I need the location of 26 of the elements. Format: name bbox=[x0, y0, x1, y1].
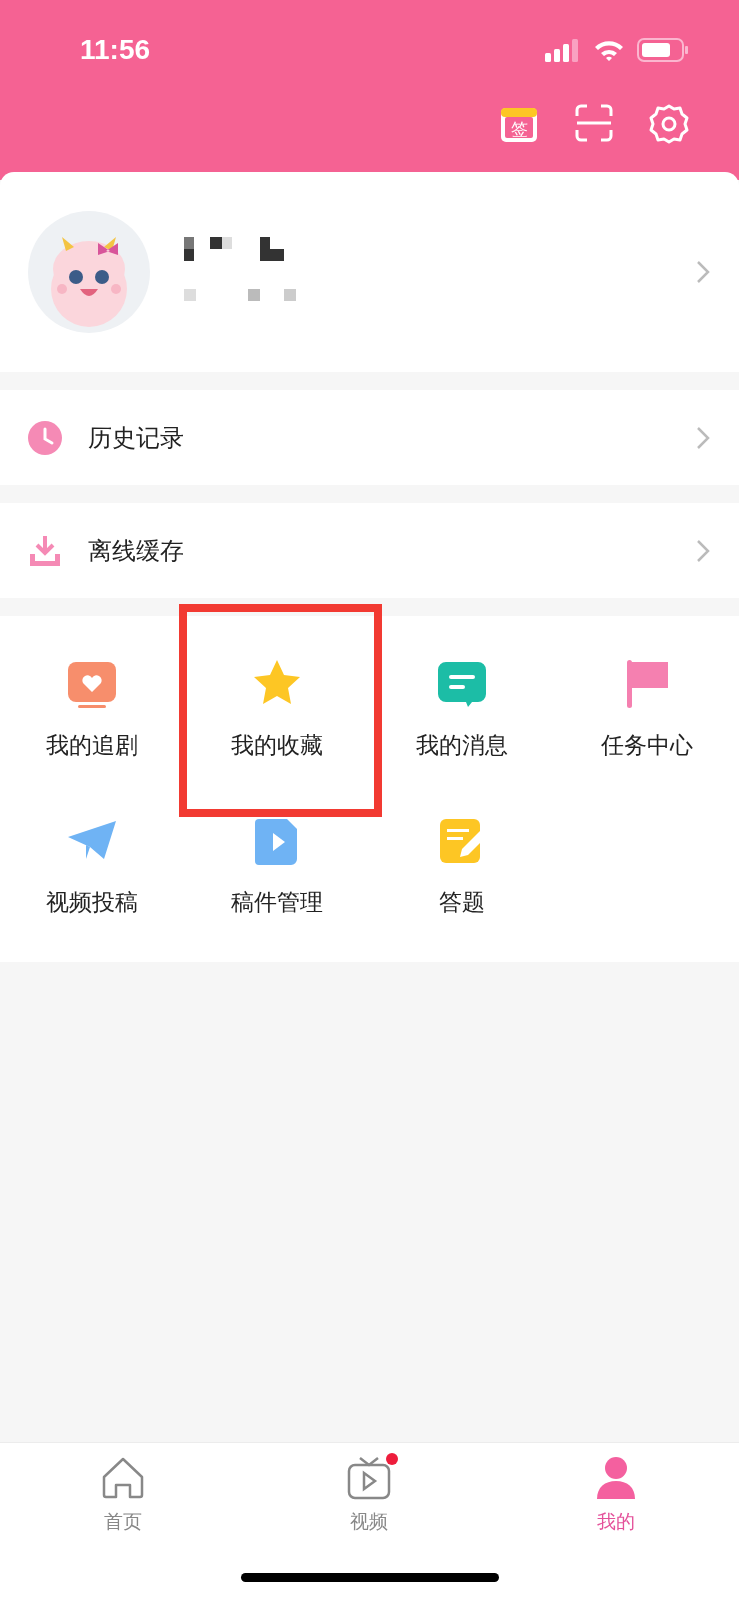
chevron-right-icon bbox=[695, 259, 711, 285]
download-icon bbox=[28, 533, 62, 568]
feature-tile[interactable]: 稿件管理 bbox=[184, 787, 370, 944]
feature-tile[interactable]: 我的收藏 bbox=[184, 630, 370, 787]
menu-row[interactable]: 离线缓存 bbox=[0, 503, 739, 598]
signal-icon bbox=[545, 38, 581, 62]
chevron-right-icon bbox=[695, 424, 711, 451]
tab[interactable]: 我的 bbox=[492, 1455, 739, 1535]
status-time: 11:56 bbox=[80, 34, 151, 66]
tab[interactable]: 首页 bbox=[0, 1455, 247, 1535]
menu-row[interactable]: 历史记录 bbox=[0, 390, 739, 485]
wifi-icon bbox=[593, 38, 625, 62]
feature-tile[interactable]: 答题 bbox=[369, 787, 555, 944]
tv-play-icon bbox=[346, 1455, 393, 1501]
row-label: 历史记录 bbox=[88, 422, 185, 454]
clock-icon bbox=[28, 420, 62, 455]
settings-icon[interactable] bbox=[649, 104, 689, 144]
battery-icon bbox=[637, 37, 689, 63]
feature-tile[interactable]: 任务中心 bbox=[554, 630, 739, 787]
scan-icon[interactable] bbox=[575, 104, 613, 142]
chevron-right-icon bbox=[695, 537, 711, 564]
feature-tile[interactable]: 我的消息 bbox=[369, 630, 555, 787]
row-label: 离线缓存 bbox=[88, 535, 185, 567]
feature-tile[interactable]: 我的追剧 bbox=[0, 630, 185, 787]
feature-tile[interactable]: 视频投稿 bbox=[0, 787, 185, 944]
tab[interactable]: 视频 bbox=[246, 1455, 493, 1535]
